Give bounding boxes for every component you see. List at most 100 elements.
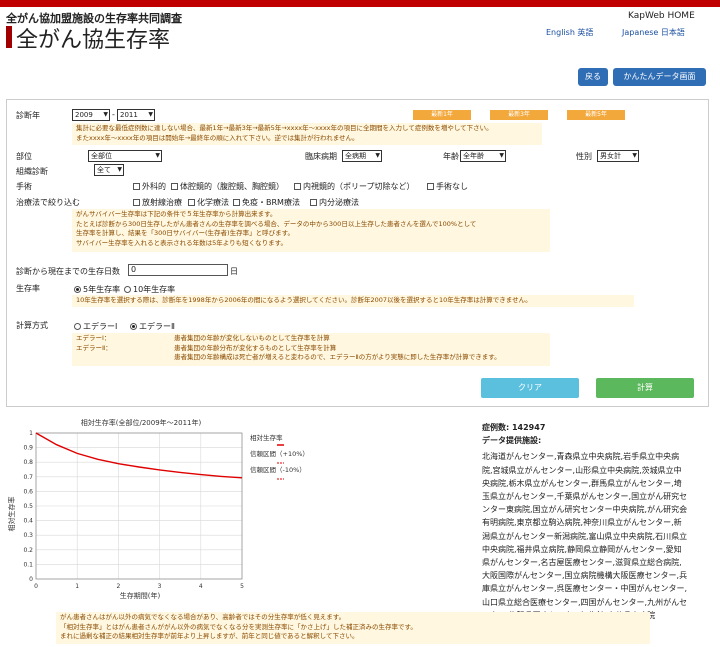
surgery-option-laparoscopic[interactable]: 体腔鏡的（腹腔鏡、胸腔鏡）: [171, 181, 284, 192]
title-accent-bar: [6, 26, 12, 48]
provider-line: 有明病院,東京都立駒込病院,神奈川県立がんセンター,新: [482, 518, 682, 528]
x-tick-label: 4: [199, 583, 203, 590]
surgery-option-label: 手術なし: [436, 182, 468, 191]
english-link[interactable]: English 英語: [546, 27, 593, 38]
method-ederer1-radio[interactable]: エデラーⅠ: [74, 321, 117, 332]
radio-selected[interactable]: [130, 323, 137, 330]
recent-5yr-button[interactable]: 最新5年: [567, 110, 625, 120]
provider-line: 山口県立総合医療センター,四国がんセンター,九州がんセ: [482, 597, 688, 607]
bottom-note-line: 「相対生存率」とはがん患者さんががん以外の病気でなくなる分を実測生存率に「かさ上…: [60, 622, 417, 631]
y-tick-label: 0.2: [23, 547, 33, 554]
surgery-option-endoscopic[interactable]: 内視鏡的（ポリープ切除など）: [294, 181, 415, 192]
ederer1-name: エデラーⅠ：: [76, 334, 111, 342]
method-ederer2-label: エデラーⅡ: [139, 322, 175, 331]
clear-button[interactable]: クリア: [481, 378, 579, 398]
survivor-note-line: がんサバイバー生存率は下記の条件で５年生存率から計算出来ます。: [76, 210, 277, 218]
chart-grid: [35, 432, 243, 580]
chevron-down-icon: ▼: [148, 111, 153, 118]
site-select[interactable]: 全部位 ▼: [88, 150, 162, 162]
provider-line: 県がんセンター,名古屋医療センター,滋賀県立総合病院,: [482, 558, 682, 568]
histology-select[interactable]: 全て ▼: [94, 164, 124, 176]
recent-3yr-button[interactable]: 最新3年: [490, 110, 548, 120]
provider-line: 中央病院,福井県立病院,静岡県立静岡がんセンター,愛知: [482, 544, 682, 554]
rate-10yr-radio[interactable]: 10年生存率: [124, 284, 175, 295]
provider-title: データ提供施設:: [482, 436, 542, 446]
y-tick-label: 0.5: [23, 503, 33, 510]
rate-note: 10年生存率を選択する際は、診断年を1998年から2006年の間になるよう選択し…: [72, 295, 634, 307]
chevron-down-icon: ▼: [155, 152, 160, 159]
surgery-option-external[interactable]: 外科的: [133, 181, 166, 192]
surgery-option-label: 内視鏡的（ポリープ切除など）: [303, 182, 415, 191]
bottom-note: がん患者さんはがん以外の病気でなくなる場合があり、高齢者ではその分生存率が低く見…: [56, 612, 650, 644]
checkbox[interactable]: [133, 183, 140, 190]
method-note: エデラーⅠ： 患者集団の年齢が変化しないものとして生存率を計算 エデラーⅡ： 患…: [72, 333, 550, 366]
diag-year-label: 診断年: [16, 111, 40, 120]
method-ederer1-label: エデラーⅠ: [83, 322, 118, 331]
therapy-option-endocrine[interactable]: 内分泌療法: [310, 197, 359, 208]
checkbox[interactable]: [427, 183, 434, 190]
stage-value: 全病期: [345, 152, 366, 160]
site-value: 全部位: [91, 152, 112, 160]
page-title: 全がん協生存率: [16, 28, 171, 53]
provider-line: ンター東病院,国立がん研究センター中央病院,がん研究会: [482, 505, 688, 515]
checkbox[interactable]: [233, 199, 240, 206]
therapy-option-immuno[interactable]: 免疫・BRM療法: [233, 197, 300, 208]
provider-line: 北海道がんセンター,青森県立中央病院,岩手県立中央病: [482, 452, 680, 462]
year-from-select[interactable]: 2009 ▼: [72, 109, 110, 121]
days-unit: 日: [230, 267, 238, 276]
legend-label-survival: 相対生存率: [250, 433, 283, 442]
therapy-option-label: 内分泌療法: [319, 198, 359, 207]
age-label: 年齢: [443, 152, 459, 161]
radio-selected[interactable]: [74, 286, 81, 293]
recent-1yr-button[interactable]: 最新1年: [413, 110, 471, 120]
kapweb-home-link[interactable]: KapWeb HOME: [628, 11, 695, 21]
surgery-label: 手術: [16, 182, 32, 191]
x-tick-label: 5: [240, 583, 244, 590]
checkbox[interactable]: [310, 199, 317, 206]
therapy-option-chemo[interactable]: 化学療法: [188, 197, 229, 208]
age-value: 全年齢: [463, 152, 484, 160]
checkbox[interactable]: [133, 199, 140, 206]
checkbox[interactable]: [294, 183, 301, 190]
surgery-option-label: 体腔鏡的（腹腔鏡、胸腔鏡）: [180, 182, 284, 191]
year-from-value: 2009: [75, 111, 93, 119]
chart-legend: 相対生存率 信頼区間（+10%） 信頼区間（-10%）: [250, 433, 309, 480]
sex-select[interactable]: 男女計 ▼: [597, 150, 639, 162]
back-button[interactable]: 戻る: [578, 68, 608, 86]
method-ederer2-radio[interactable]: エデラーⅡ: [130, 321, 175, 332]
chevron-down-icon: ▼: [375, 152, 380, 159]
chevron-down-icon: ▼: [499, 152, 504, 159]
rate-note-line: 10年生存率を選択する際は、診断年を1998年から2006年の間になるよう選択し…: [76, 296, 532, 304]
survival-chart: 相対生存率(全部位/2009年～2011年) 0 1 2 3 4 500.10.20.30…: [7, 418, 309, 600]
radio-unselected[interactable]: [124, 286, 131, 293]
therapy-option-radiation[interactable]: 放射線治療: [133, 197, 182, 208]
rate-10yr-label: 10年生存率: [133, 285, 176, 294]
rate-5yr-label: 5年生存率: [83, 285, 121, 294]
japanese-link[interactable]: Japanese 日本語: [622, 27, 685, 38]
provider-line: 大阪国際がんセンター,国立病院機構大阪医療センター,兵: [482, 571, 688, 581]
stage-select[interactable]: 全病期 ▼: [342, 150, 382, 162]
therapy-label: 治療法で絞り込む: [16, 198, 80, 207]
chevron-down-icon: ▼: [117, 166, 122, 173]
sex-label: 性別: [576, 152, 592, 161]
rate-label: 生存率: [16, 284, 40, 293]
age-select[interactable]: 全年齢 ▼: [460, 150, 506, 162]
checkbox[interactable]: [188, 199, 195, 206]
survivor-note-line: たとえば診断から300日生存したがん患者さんの生存率を調べる場合、データの中から…: [76, 219, 477, 228]
surgery-option-none[interactable]: 手術なし: [427, 181, 468, 192]
therapy-option-label: 免疫・BRM療法: [242, 198, 300, 207]
stage-label: 臨床病期: [305, 152, 337, 161]
radio-unselected[interactable]: [74, 323, 81, 330]
rate-5yr-radio[interactable]: 5年生存率: [74, 284, 120, 295]
series-line-relative-survival: [35, 432, 243, 479]
chart-xlabel: 生存期間(年): [120, 591, 161, 600]
checkbox[interactable]: [171, 183, 178, 190]
year-to-select[interactable]: 2011 ▼: [117, 109, 155, 121]
case-count: 症例数: 142947: [482, 423, 546, 432]
calculate-button[interactable]: 計算: [596, 378, 694, 398]
easy-data-screen-button[interactable]: かんたんデータ画面: [613, 68, 706, 86]
surgery-option-label: 外科的: [142, 182, 166, 191]
days-input[interactable]: 0: [128, 264, 228, 276]
provider-line: 院,宮城県立がんセンター,山形県立中央病院,茨城県立中: [482, 465, 682, 475]
provider-line: 潟県立がんセンター新潟病院,富山県立中央病院,石川県立: [482, 531, 688, 541]
